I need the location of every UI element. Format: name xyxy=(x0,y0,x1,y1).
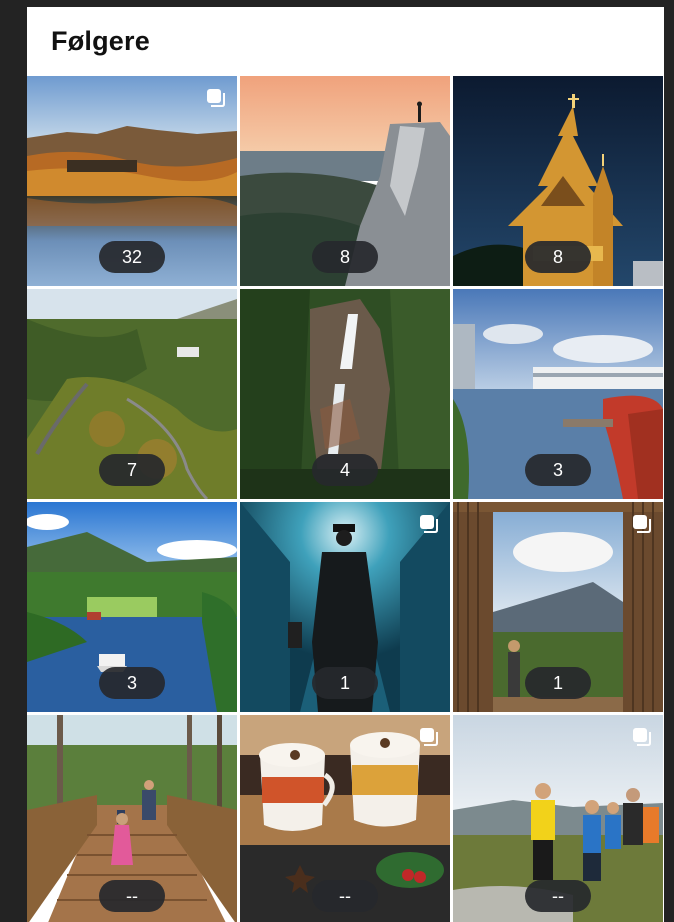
post-tile[interactable]: 1 xyxy=(240,502,450,712)
post-tile[interactable]: -- xyxy=(453,715,663,922)
count-badge: -- xyxy=(99,880,165,912)
count-badge: 1 xyxy=(312,667,378,699)
post-tile[interactable]: 4 xyxy=(240,289,450,499)
page-title: Følgere xyxy=(51,25,150,56)
count-badge: 4 xyxy=(312,454,378,486)
post-tile[interactable]: 1 xyxy=(453,502,663,712)
count-badge: 3 xyxy=(525,454,591,486)
post-tile[interactable]: -- xyxy=(27,715,237,922)
multiple-images-icon xyxy=(420,515,438,533)
multiple-images-icon xyxy=(420,728,438,746)
count-badge: 8 xyxy=(312,241,378,273)
post-tile[interactable]: 3 xyxy=(453,289,663,499)
count-badge: 3 xyxy=(99,667,165,699)
count-badge: 7 xyxy=(99,454,165,486)
post-tile[interactable]: 3 xyxy=(27,502,237,712)
post-tile[interactable]: 8 xyxy=(240,76,450,286)
count-badge: -- xyxy=(312,880,378,912)
count-badge: 1 xyxy=(525,667,591,699)
post-grid: 32 8 8 7 4 3 3 1 1 -- -- -- xyxy=(27,76,664,922)
count-badge: -- xyxy=(525,880,591,912)
post-tile[interactable]: -- xyxy=(240,715,450,922)
count-badge: 8 xyxy=(525,241,591,273)
count-badge: 32 xyxy=(99,241,165,273)
followers-panel: Følgere 32 8 8 7 4 3 3 1 1 -- -- -- xyxy=(27,7,664,922)
multiple-images-icon xyxy=(633,515,651,533)
post-tile[interactable]: 8 xyxy=(453,76,663,286)
multiple-images-icon xyxy=(207,89,225,107)
post-tile[interactable]: 7 xyxy=(27,289,237,499)
multiple-images-icon xyxy=(633,728,651,746)
header: Følgere xyxy=(27,7,664,75)
post-tile[interactable]: 32 xyxy=(27,76,237,286)
